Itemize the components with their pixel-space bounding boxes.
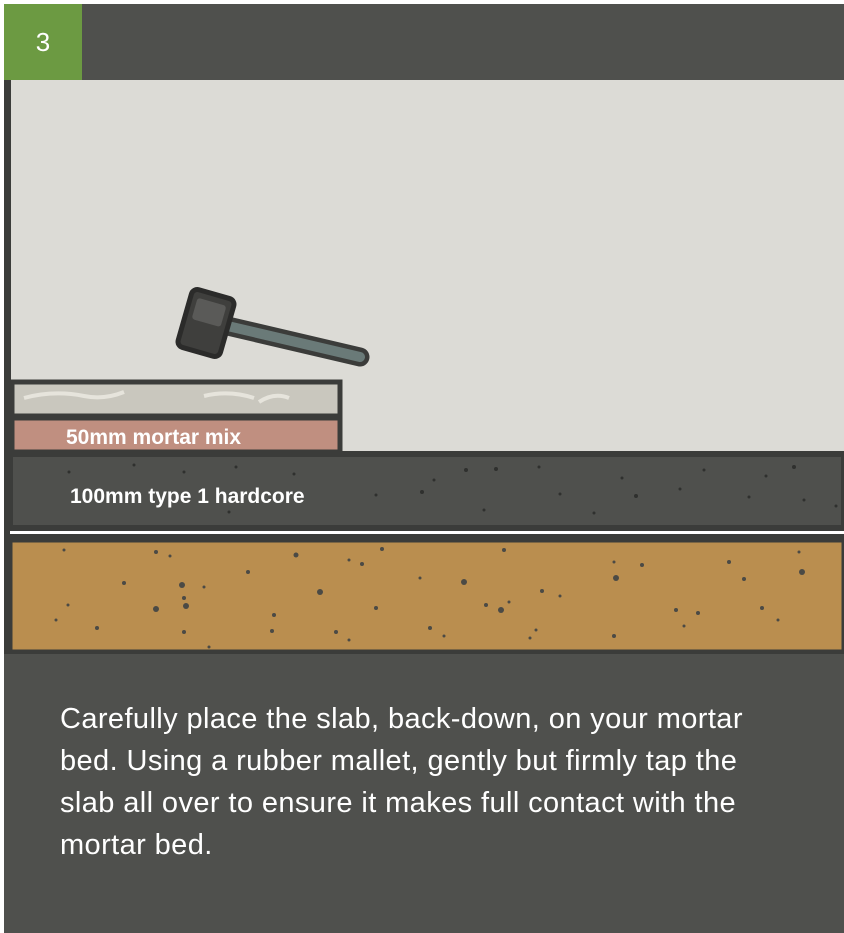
mortar-label: 50mm mortar mix: [66, 426, 241, 449]
separator-line: [10, 531, 844, 534]
paving-diagram: 50mm mortar mix 100mm type 1 hardcore: [4, 80, 844, 654]
soil-layer: [7, 537, 844, 654]
mortar-layer: 50mm mortar mix: [9, 415, 343, 455]
step-description: Carefully place the slab, back-down, on …: [60, 703, 743, 861]
hardcore-label: 100mm type 1 hardcore: [70, 485, 305, 508]
step-card: 3 50mm mortar mix 100mm type 1 hardcore …: [4, 4, 844, 933]
hardcore-layer: 100mm type 1 hardcore: [7, 451, 844, 531]
paving-slab: [9, 379, 343, 419]
step-number-badge: 3: [4, 4, 82, 80]
